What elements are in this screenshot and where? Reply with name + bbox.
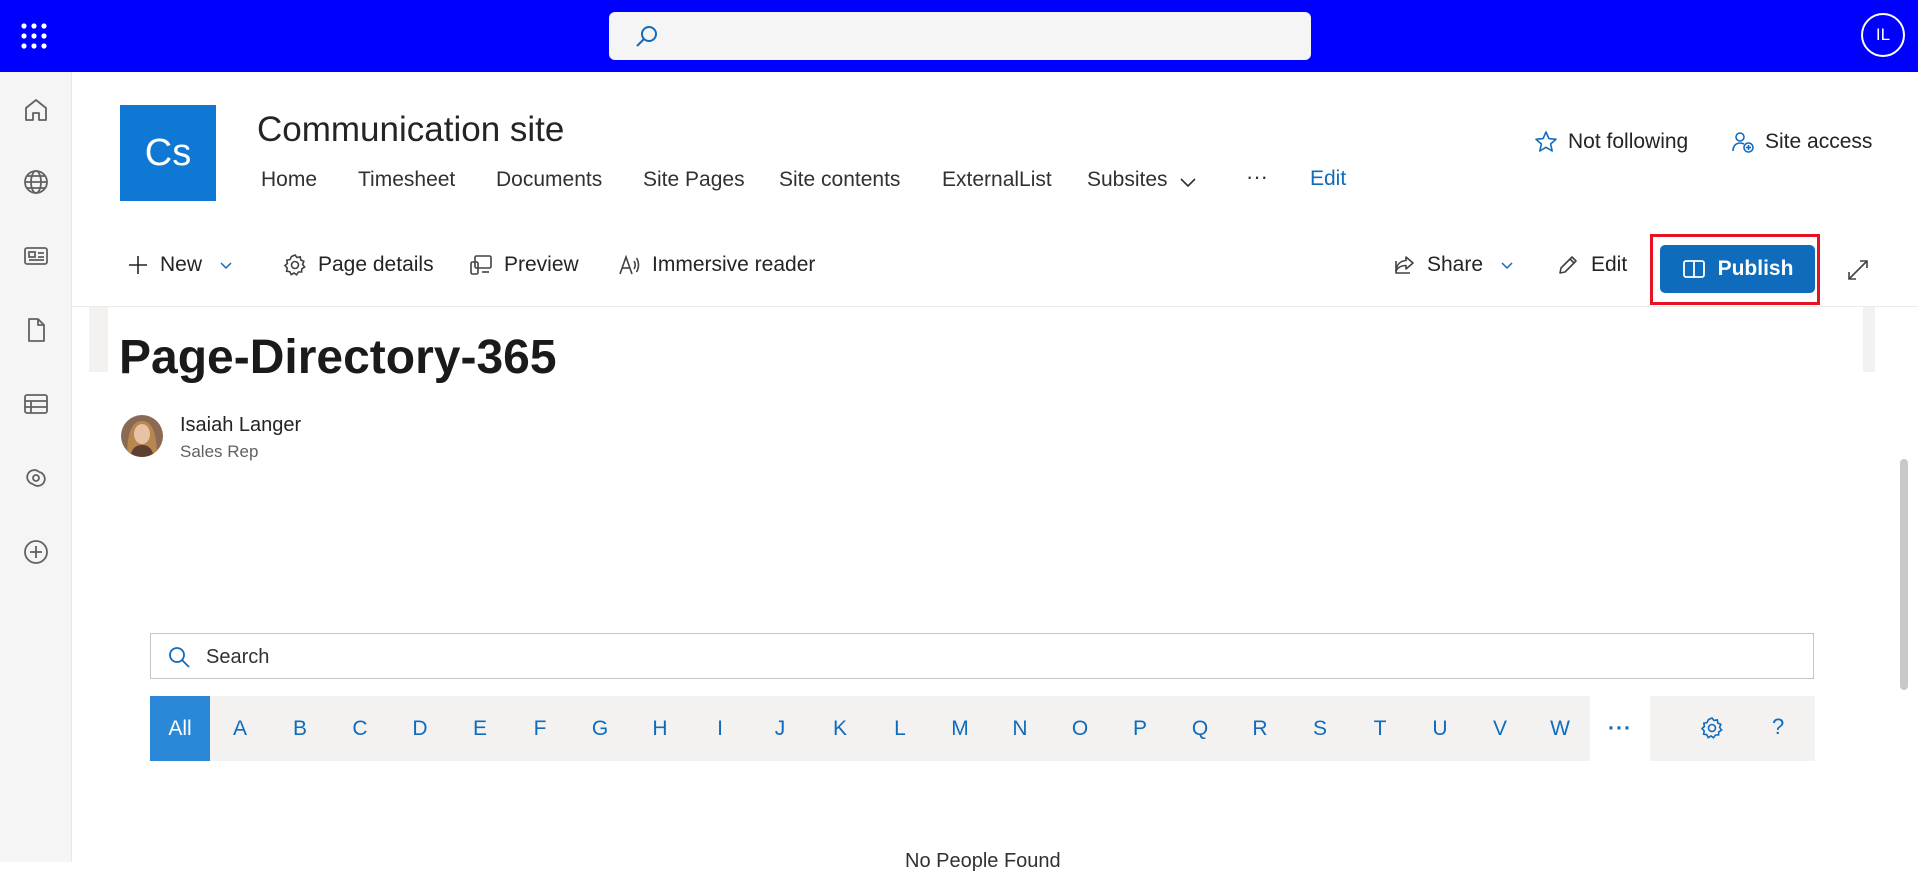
letter-filter-w[interactable]: W <box>1530 696 1590 761</box>
directory-search-box <box>150 633 1814 679</box>
letter-filter-o[interactable]: O <box>1050 696 1110 761</box>
book-open-icon <box>1682 257 1706 281</box>
letter-filter-k[interactable]: K <box>810 696 870 761</box>
people-settings-icon <box>1731 130 1755 154</box>
letter-filter-e[interactable]: E <box>450 696 510 761</box>
new-label: New <box>160 253 203 276</box>
news-icon[interactable] <box>22 242 50 270</box>
nav-item-site-pages[interactable]: Site Pages <box>643 168 745 192</box>
follow-button[interactable]: Not following <box>1534 130 1688 154</box>
preview-button[interactable]: Preview <box>469 253 579 277</box>
site-title[interactable]: Communication site <box>257 110 564 150</box>
share-icon <box>1392 253 1416 277</box>
star-icon <box>1534 130 1558 154</box>
letter-filter-n[interactable]: N <box>990 696 1050 761</box>
immersive-reader-label: Immersive reader <box>652 253 816 276</box>
share-button[interactable]: Share <box>1392 253 1514 277</box>
page-scrollbar-thumb[interactable] <box>1900 459 1908 690</box>
nav-item-timesheet[interactable]: Timesheet <box>358 168 455 192</box>
publish-label: Publish <box>1717 257 1794 280</box>
globe-icon[interactable] <box>22 168 50 196</box>
author-avatar[interactable] <box>121 415 163 457</box>
letter-filter-i[interactable]: I <box>690 696 750 761</box>
chevron-down-icon <box>1500 260 1514 270</box>
letter-filter-f[interactable]: F <box>510 696 570 761</box>
preview-label: Preview <box>504 253 579 276</box>
letter-filter-m[interactable]: M <box>930 696 990 761</box>
author-role: Sales Rep <box>180 442 259 461</box>
nav-more-button[interactable]: ··· <box>1246 164 1268 190</box>
letter-filter-p[interactable]: P <box>1110 696 1170 761</box>
page-details-label: Page details <box>318 253 434 276</box>
letter-filter-c[interactable]: C <box>330 696 390 761</box>
letter-filter-j[interactable]: J <box>750 696 810 761</box>
pencil-icon <box>1556 253 1580 277</box>
gear-icon <box>283 253 307 277</box>
immersive-reader-icon <box>617 253 641 277</box>
immersive-reader-button[interactable]: Immersive reader <box>617 253 815 277</box>
home-icon[interactable] <box>22 96 50 124</box>
letter-filter-q[interactable]: Q <box>1170 696 1230 761</box>
list-icon[interactable] <box>22 390 50 418</box>
alphabet-filter-bar: All A B C D E F G H I J K L M N O P Q R … <box>150 696 1590 761</box>
nav-item-site-contents[interactable]: Site contents <box>779 168 900 192</box>
user-avatar[interactable]: IL <box>1861 13 1905 57</box>
preview-devices-icon <box>469 253 493 277</box>
author-name[interactable]: Isaiah Langer <box>180 414 301 437</box>
letter-filter-s[interactable]: S <box>1290 696 1350 761</box>
loop-icon[interactable] <box>22 464 50 492</box>
directory-tools-bar: ? <box>1650 696 1815 761</box>
site-access-button[interactable]: Site access <box>1731 130 1872 154</box>
new-button[interactable]: New <box>127 253 233 277</box>
edit-button[interactable]: Edit <box>1556 253 1627 277</box>
search-icon <box>168 646 190 668</box>
share-label: Share <box>1427 253 1484 276</box>
site-logo[interactable]: Cs <box>120 105 216 201</box>
letter-filter-more-button[interactable]: ··· <box>1590 696 1650 761</box>
gear-icon[interactable] <box>1700 716 1724 740</box>
nav-item-externallist[interactable]: ExternalList <box>942 168 1052 192</box>
plus-icon <box>127 254 149 276</box>
help-button[interactable]: ? <box>1772 714 1784 740</box>
global-search-box[interactable] <box>609 12 1311 60</box>
suite-bar: IL <box>0 0 1918 72</box>
nav-edit-link[interactable]: Edit <box>1310 167 1346 191</box>
expand-icon[interactable] <box>1846 258 1870 282</box>
chevron-down-icon <box>219 260 233 270</box>
letter-filter-r[interactable]: R <box>1230 696 1290 761</box>
letter-filter-all[interactable]: All <box>150 696 210 761</box>
document-icon[interactable] <box>22 316 50 344</box>
app-launcher-icon[interactable] <box>20 22 48 50</box>
letter-filter-l[interactable]: L <box>870 696 930 761</box>
letter-filter-u[interactable]: U <box>1410 696 1470 761</box>
letter-filter-v[interactable]: V <box>1470 696 1530 761</box>
nav-item-documents[interactable]: Documents <box>496 168 602 192</box>
page-details-button[interactable]: Page details <box>283 253 434 277</box>
directory-search-input[interactable] <box>204 642 1788 672</box>
nav-item-home[interactable]: Home <box>261 168 317 192</box>
chevron-down-icon[interactable] <box>1179 176 1197 188</box>
add-icon[interactable] <box>22 538 50 566</box>
page-title[interactable]: Page-Directory-365 <box>119 330 557 385</box>
nav-item-subsites[interactable]: Subsites <box>1087 168 1168 192</box>
site-access-label: Site access <box>1765 130 1873 153</box>
letter-filter-d[interactable]: D <box>390 696 450 761</box>
edit-label: Edit <box>1591 253 1628 276</box>
letter-filter-t[interactable]: T <box>1350 696 1410 761</box>
left-app-rail <box>0 72 72 862</box>
search-icon <box>635 24 659 48</box>
follow-label: Not following <box>1568 130 1689 153</box>
letter-filter-a[interactable]: A <box>210 696 270 761</box>
letter-filter-h[interactable]: H <box>630 696 690 761</box>
letter-filter-g[interactable]: G <box>570 696 630 761</box>
publish-button[interactable]: Publish <box>1660 245 1815 293</box>
letter-filter-b[interactable]: B <box>270 696 330 761</box>
